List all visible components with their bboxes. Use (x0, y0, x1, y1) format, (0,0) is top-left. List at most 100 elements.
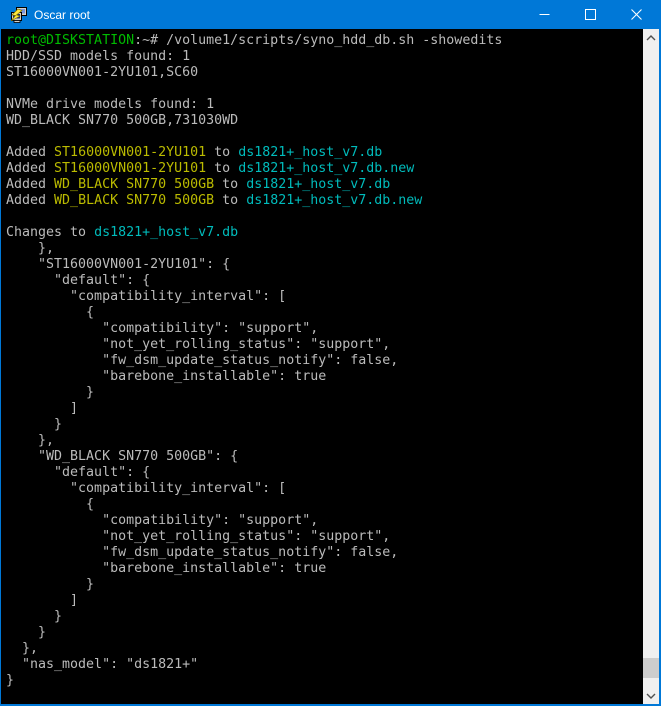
terminal-text-segment: ST16000VN001-2YU101 (54, 161, 206, 176)
terminal-line: }, (6, 641, 643, 657)
terminal-text-segment: Added (6, 193, 54, 208)
terminal-line: "compatibility_interval": [ (6, 289, 643, 305)
maximize-icon (585, 9, 596, 20)
terminal-output[interactable]: root@DISKSTATION:~# /volume1/scripts/syn… (1, 29, 643, 704)
terminal-line: ] (6, 593, 643, 609)
terminal-text-segment: }, (6, 641, 38, 656)
terminal-text-segment: "default": { (6, 465, 150, 480)
terminal-text-segment: "not_yet_rolling_status": "support", (6, 529, 390, 544)
terminal-line: ] (6, 401, 643, 417)
terminal-line: NVMe drive models found: 1 (6, 97, 643, 113)
terminal-text-segment: ST16000VN001-2YU101 (54, 145, 206, 160)
terminal-text-segment: "fw_dsm_update_status_notify": false, (6, 545, 398, 560)
terminal-text-segment: NVMe drive models found: 1 (6, 97, 214, 112)
scrollbar[interactable] (643, 29, 659, 704)
terminal-line: }, (6, 241, 643, 257)
terminal-line: root@DISKSTATION:~# /volume1/scripts/syn… (6, 33, 643, 49)
terminal-line (6, 81, 643, 97)
terminal-line: "compatibility": "support", (6, 321, 643, 337)
terminal-text-segment: ] (6, 593, 78, 608)
scroll-down-button[interactable] (643, 687, 659, 704)
terminal-line: } (6, 417, 643, 433)
terminal-text-segment: ST16000VN001-2YU101,SC60 (6, 65, 198, 80)
terminal-line: Added ST16000VN001-2YU101 to ds1821+_hos… (6, 145, 643, 161)
titlebar[interactable]: Oscar root (1, 0, 659, 29)
terminal-line: ST16000VN001-2YU101,SC60 (6, 65, 643, 81)
terminal-text-segment: ] (6, 401, 78, 416)
terminal-text-segment: Changes to (6, 225, 94, 240)
putty-icon[interactable] (9, 7, 27, 23)
terminal-line: "ST16000VN001-2YU101": { (6, 257, 643, 273)
terminal-text-segment: { (6, 497, 94, 512)
terminal-text-segment: } (6, 577, 94, 592)
terminal-line: Added WD_BLACK SN770 500GB to ds1821+_ho… (6, 177, 643, 193)
scrollbar-thumb[interactable] (643, 658, 659, 678)
terminal-line: } (6, 673, 643, 689)
terminal-text-segment: to (214, 177, 246, 192)
window-body: root@DISKSTATION:~# /volume1/scripts/syn… (1, 29, 659, 704)
chevron-down-icon (646, 693, 656, 699)
terminal-line: }, (6, 433, 643, 449)
terminal-line: "fw_dsm_update_status_notify": false, (6, 353, 643, 369)
terminal-line: { (6, 497, 643, 513)
terminal-line: Added WD_BLACK SN770 500GB to ds1821+_ho… (6, 193, 643, 209)
terminal-line: } (6, 625, 643, 641)
minimize-button[interactable] (521, 0, 567, 29)
terminal-text-segment: } (6, 673, 14, 688)
terminal-text-segment: Added (6, 177, 54, 192)
terminal-text-segment: } (6, 417, 62, 432)
terminal-line: } (6, 609, 643, 625)
terminal-line: } (6, 385, 643, 401)
terminal-line: "barebone_installable": true (6, 369, 643, 385)
terminal-line: "fw_dsm_update_status_notify": false, (6, 545, 643, 561)
terminal-text-segment: :~# /volume1/scripts/syno_hdd_db.sh -sho… (134, 33, 502, 48)
terminal-text-segment: WD_BLACK SN770 500GB,731030WD (6, 113, 238, 128)
terminal-text-segment: "not_yet_rolling_status": "support", (6, 337, 390, 352)
terminal-line: "WD_BLACK SN770 500GB": { (6, 449, 643, 465)
terminal-text-segment: ds1821+_host_v7.db (94, 225, 238, 240)
terminal-text-segment: "WD_BLACK SN770 500GB": { (6, 449, 238, 464)
terminal-line: "compatibility": "support", (6, 513, 643, 529)
terminal-text-segment: "fw_dsm_update_status_notify": false, (6, 353, 398, 368)
close-icon (631, 9, 642, 20)
terminal-line: { (6, 305, 643, 321)
terminal-text-segment: "compatibility_interval": [ (6, 289, 286, 304)
terminal-text-segment: "default": { (6, 273, 150, 288)
close-button[interactable] (613, 0, 659, 29)
terminal-line (6, 129, 643, 145)
terminal-text-segment: HDD/SSD models found: 1 (6, 49, 190, 64)
terminal-text-segment: to (206, 145, 238, 160)
terminal-text-segment: "ST16000VN001-2YU101": { (6, 257, 230, 272)
scroll-up-button[interactable] (643, 29, 659, 46)
terminal-text-segment: "compatibility": "support", (6, 513, 318, 528)
caption-buttons (521, 0, 659, 29)
terminal-text-segment: ds1821+_host_v7.db (238, 145, 382, 160)
terminal-text-segment: "barebone_installable": true (6, 369, 326, 384)
terminal-text-segment: { (6, 305, 94, 320)
terminal-text-segment: } (6, 609, 62, 624)
terminal-text-segment: } (6, 385, 94, 400)
terminal-text-segment: Added (6, 145, 54, 160)
terminal-text-segment: } (6, 625, 46, 640)
terminal-line: Changes to ds1821+_host_v7.db (6, 225, 643, 241)
terminal-line: HDD/SSD models found: 1 (6, 49, 643, 65)
terminal-text-segment: ds1821+_host_v7.db.new (238, 161, 414, 176)
terminal-line: "nas_model": "ds1821+" (6, 657, 643, 673)
terminal-line: WD_BLACK SN770 500GB,731030WD (6, 113, 643, 129)
terminal-line: "default": { (6, 465, 643, 481)
terminal-text-segment: }, (6, 433, 54, 448)
terminal-text-segment: to (214, 193, 246, 208)
terminal-text-segment: Added (6, 161, 54, 176)
terminal-line: Added ST16000VN001-2YU101 to ds1821+_hos… (6, 161, 643, 177)
terminal-text-segment: to (206, 161, 238, 176)
window-title: Oscar root (34, 8, 90, 22)
terminal-line (6, 209, 643, 225)
putty-window: Oscar root root@DISKSTATION:~# /volu (0, 0, 661, 706)
terminal-line: } (6, 577, 643, 593)
terminal-text-segment: "compatibility_interval": [ (6, 481, 286, 496)
maximize-button[interactable] (567, 0, 613, 29)
terminal-line: "barebone_installable": true (6, 561, 643, 577)
terminal-text-segment: "nas_model": "ds1821+" (6, 657, 198, 672)
terminal-text-segment: WD_BLACK SN770 500GB (54, 193, 214, 208)
terminal-text-segment: "barebone_installable": true (6, 561, 326, 576)
